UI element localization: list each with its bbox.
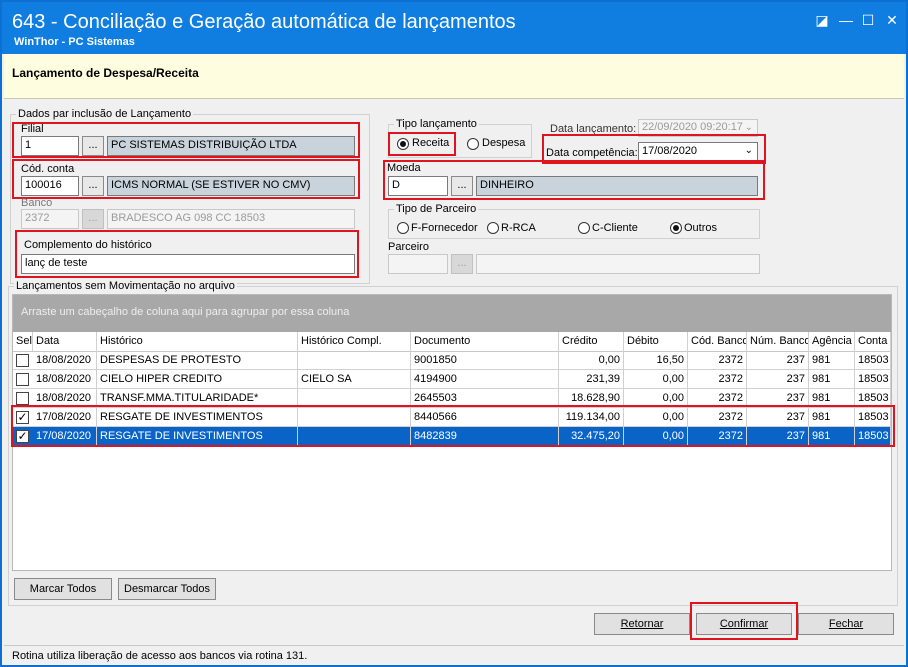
header-band: Lançamento de Despesa/Receita [4,54,904,99]
row-checkbox[interactable] [16,373,29,386]
status-bar: Rotina utiliza liberação de acesso aos b… [4,645,904,665]
cell-cod-banco: 2372 [688,370,747,389]
column-header-num-banco[interactable]: Núm. Banco [747,332,809,351]
cell-cod-banco: 2372 [688,351,747,370]
banco-label: Banco [21,197,53,209]
main-window: 643 - Conciliação e Geração automática d… [0,0,908,667]
chevron-down-icon: ⌄ [744,122,753,133]
column-header-sel[interactable]: Sel [13,332,33,351]
grid-header: Sel Data Histórico Histórico Compl. Docu… [13,332,891,352]
column-header-debito[interactable]: Débito [624,332,688,351]
cell-num-banco: 237 [747,370,809,389]
fornecedor-radio-label[interactable]: F-Fornecedor [411,222,478,234]
cell-documento: 9001850 [411,351,559,370]
despesa-radio[interactable] [467,138,479,150]
group-by-panel[interactable]: Arraste um cabeçalho de coluna aqui para… [13,295,891,332]
window-title: 643 - Conciliação e Geração automática d… [12,11,516,33]
fechar-button[interactable]: Fechar [798,613,894,635]
tipo-lancamento-label: Tipo lançamento [394,118,479,130]
cell-num-banco: 237 [747,351,809,370]
cell-historico: DESPESAS DE PROTESTO [97,351,298,370]
cell-historico-compl: CIELO SA [298,370,411,389]
data-lancamento-value: 22/09/2020 09:20:17 [642,121,743,133]
parceiro-lookup-button: ... [451,254,473,274]
parceiro-name-field [476,254,760,274]
maximize-button[interactable]: ☐ [856,10,880,30]
dados-group-label: Dados par inclusão de Lançamento [16,108,194,120]
parceiro-code-field [388,254,448,274]
cell-agencia: 981 [809,351,855,370]
cell-debito: 16,50 [624,351,688,370]
fornecedor-radio[interactable] [397,222,409,234]
outros-radio-label[interactable]: Outros [684,222,717,234]
cell-data: 18/08/2020 [33,370,97,389]
page-title: Lançamento de Despesa/Receita [12,66,199,80]
desmarcar-todos-button[interactable]: Desmarcar Todos [118,578,216,600]
marcar-todos-button[interactable]: Marcar Todos [14,578,112,600]
cell-data: 18/08/2020 [33,351,97,370]
checked-rows-highlight [11,405,895,447]
table-row[interactable]: 18/08/2020 CIELO HIPER CREDITO CIELO SA … [13,370,891,389]
column-header-historico-compl[interactable]: Histórico Compl. [298,332,411,351]
minimize-button[interactable]: — [834,10,858,30]
restore-icon[interactable]: ◪ [810,10,834,30]
cell-debito: 0,00 [624,370,688,389]
parceiro-label: Parceiro [388,241,429,253]
column-header-agencia[interactable]: Agência [809,332,855,351]
banco-name-field: BRADESCO AG 098 CC 18503 [107,209,355,229]
retornar-button[interactable]: Retornar [594,613,690,635]
column-header-historico[interactable]: Histórico [97,332,298,351]
window-subtitle: WinThor - PC Sistemas [14,36,135,48]
rca-radio-label[interactable]: R-RCA [501,222,536,234]
column-header-documento[interactable]: Documento [411,332,559,351]
table-row[interactable]: 18/08/2020 DESPESAS DE PROTESTO 9001850 … [13,351,891,370]
column-header-data[interactable]: Data [33,332,97,351]
outros-radio[interactable] [670,222,682,234]
cell-conta: 18503 [855,370,891,389]
title-bar: 643 - Conciliação e Geração automática d… [2,2,906,54]
receita-highlight [388,132,456,156]
complemento-highlight [15,230,359,278]
row-checkbox[interactable] [16,392,29,405]
rca-radio[interactable] [487,222,499,234]
cell-credito: 231,39 [559,370,624,389]
cell-documento: 4194900 [411,370,559,389]
banco-lookup-button: ... [82,209,104,229]
column-header-cod-banco[interactable]: Cód. Banco [688,332,747,351]
cell-conta: 18503 [855,351,891,370]
moeda-highlight [383,160,765,200]
cod-conta-highlight [12,159,360,199]
cliente-radio-label[interactable]: C-Cliente [592,222,638,234]
banco-code-field: 2372 [21,209,79,229]
column-header-credito[interactable]: Crédito [559,332,624,351]
column-header-conta[interactable]: Conta [855,332,891,351]
row-checkbox[interactable] [16,354,29,367]
close-button[interactable]: ✕ [880,10,904,30]
cliente-radio[interactable] [578,222,590,234]
cell-historico-compl [298,351,411,370]
tipo-parceiro-label: Tipo de Parceiro [394,203,479,215]
confirmar-highlight [690,602,798,640]
cell-historico: CIELO HIPER CREDITO [97,370,298,389]
despesa-radio-label[interactable]: Despesa [482,137,525,149]
cell-credito: 0,00 [559,351,624,370]
lancamentos-group-label: Lançamentos sem Movimentação no arquivo [14,280,237,292]
cell-agencia: 981 [809,370,855,389]
filial-highlight [12,122,360,158]
